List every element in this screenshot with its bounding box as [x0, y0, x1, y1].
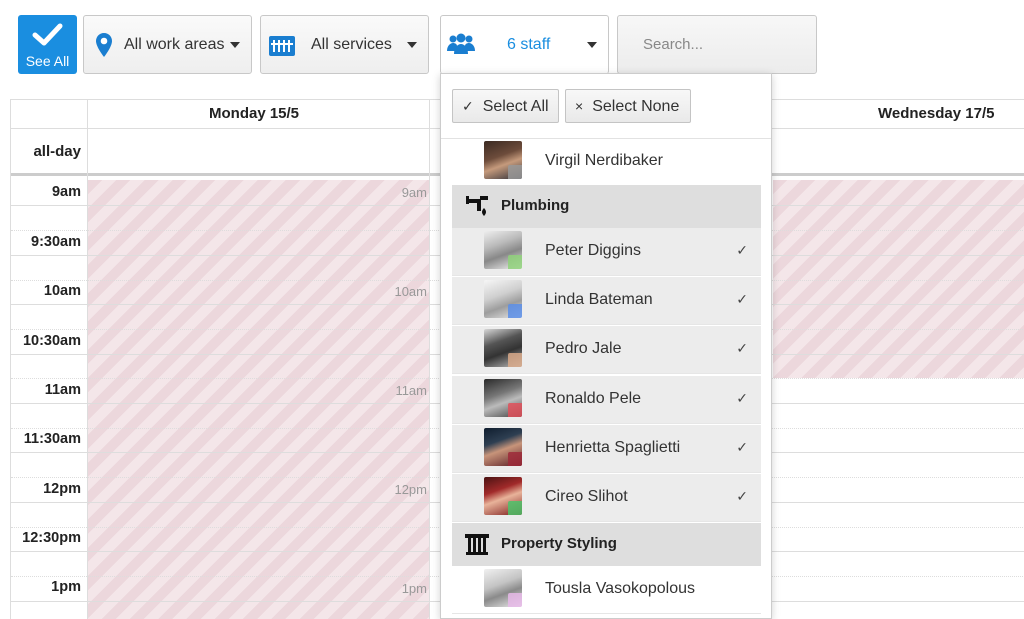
faucet-icon	[466, 196, 488, 216]
avatar	[484, 569, 522, 607]
avatar	[484, 231, 522, 269]
avatar	[484, 428, 522, 466]
checkmark-icon: ✓	[736, 488, 748, 504]
services-label: All services	[311, 36, 392, 53]
select-none-label: Select None	[592, 98, 680, 115]
map-pin-icon	[96, 33, 112, 57]
staff-item-cireo-slihot[interactable]: Cireo Slihot ✓	[452, 474, 761, 522]
time-label: 10:30am	[22, 333, 81, 349]
time-label: 10am	[43, 283, 81, 299]
group-name: Plumbing	[501, 197, 570, 214]
staff-name: Virgil Nerdibaker	[545, 152, 663, 169]
staff-color-badge	[508, 403, 522, 417]
staff-item-peter-diggins[interactable]: Peter Diggins ✓	[452, 228, 761, 276]
avatar	[484, 379, 522, 417]
checkmark-icon: ✓	[736, 242, 748, 258]
unavailable-block	[773, 180, 1024, 378]
close-icon: ×	[575, 98, 584, 114]
see-all-button[interactable]: See All	[18, 15, 77, 74]
slot-time-label: 12pm	[394, 482, 427, 497]
time-label: 1pm	[51, 579, 81, 595]
avatar	[484, 329, 522, 367]
check-icon: ✓	[462, 98, 474, 114]
staff-name: Cireo Slihot	[545, 488, 628, 505]
staff-name: Ronaldo Pele	[545, 390, 642, 407]
time-label: 12:30pm	[22, 530, 81, 546]
staff-color-badge	[508, 501, 522, 515]
staff-name: Tousla Vasokopolous	[545, 580, 696, 597]
staff-dropdown-panel: ✓ Select All × Select None Virgil Nerdibak…	[440, 73, 772, 619]
search-input[interactable]	[617, 15, 817, 74]
staff-item-tousla-vasokopolous[interactable]: Tousla Vasokopolous	[452, 566, 761, 614]
services-icon	[269, 36, 295, 56]
staff-color-badge	[508, 353, 522, 367]
staff-item-henrietta-spaglietti[interactable]: Henrietta Spaglietti ✓	[452, 425, 761, 473]
column-divider	[87, 100, 88, 619]
staff-name: Henrietta Spaglietti	[545, 439, 681, 456]
group-name: Property Styling	[501, 535, 617, 552]
avatar	[484, 477, 522, 515]
chevron-down-icon	[587, 42, 597, 48]
time-label: 12pm	[43, 481, 81, 497]
staff-name: Pedro Jale	[545, 340, 622, 357]
group-header-plumbing[interactable]: Plumbing	[452, 185, 761, 228]
checkmark-icon: ✓	[736, 439, 748, 455]
time-label: 9am	[51, 184, 81, 200]
time-label: 11am	[44, 382, 81, 398]
time-label: 9:30am	[31, 234, 81, 250]
staff-item-ronaldo-pele[interactable]: Ronaldo Pele ✓	[452, 376, 761, 424]
slot-time-label: 11am	[395, 383, 427, 398]
checkmark-icon: ✓	[736, 390, 748, 406]
staff-color-badge	[508, 165, 522, 179]
staff-item-linda-bateman[interactable]: Linda Bateman ✓	[452, 277, 761, 325]
avatar	[484, 141, 522, 179]
select-all-button[interactable]: ✓ Select All	[452, 89, 559, 123]
day-header-monday: Monday 15/5	[209, 105, 300, 122]
checkmark-icon	[32, 23, 63, 46]
slot-time-label: 9am	[401, 185, 427, 200]
select-none-button[interactable]: × Select None	[565, 89, 691, 123]
staff-item-pedro-jale[interactable]: Pedro Jale ✓	[452, 326, 761, 374]
all-day-label: all-day	[33, 143, 81, 160]
checkmark-icon: ✓	[736, 291, 748, 307]
work-areas-dropdown[interactable]: All work areas	[83, 15, 252, 74]
select-all-label: Select All	[482, 98, 549, 115]
avatar	[484, 280, 522, 318]
services-dropdown[interactable]: All services	[260, 15, 429, 74]
staff-name: Peter Diggins	[545, 242, 642, 259]
column-divider	[429, 100, 430, 619]
unavailable-block	[88, 180, 429, 619]
checkmark-icon: ✓	[736, 340, 748, 356]
staff-color-badge	[508, 304, 522, 318]
staff-color-badge	[508, 452, 522, 466]
slot-time-label: 1pm	[401, 581, 427, 596]
staff-dropdown[interactable]: 6 staff	[440, 15, 609, 74]
staff-item-virgil-nerdibaker[interactable]: Virgil Nerdibaker	[452, 138, 761, 186]
staff-count-label: 6 staff	[507, 36, 551, 53]
group-header-property-styling[interactable]: Property Styling	[452, 523, 761, 566]
chevron-down-icon	[407, 42, 417, 48]
staff-color-badge	[508, 593, 522, 607]
time-label: 11:30am	[23, 431, 81, 447]
staff-name: Linda Bateman	[545, 291, 653, 308]
slot-time-label: 10am	[394, 284, 427, 299]
staff-color-badge	[508, 255, 522, 269]
chevron-down-icon	[230, 42, 240, 48]
see-all-label: See All	[25, 53, 70, 69]
pillar-icon	[465, 534, 489, 555]
day-header-wednesday: Wednesday 17/5	[878, 105, 995, 122]
work-areas-label: All work areas	[124, 36, 225, 53]
users-icon	[447, 33, 475, 54]
